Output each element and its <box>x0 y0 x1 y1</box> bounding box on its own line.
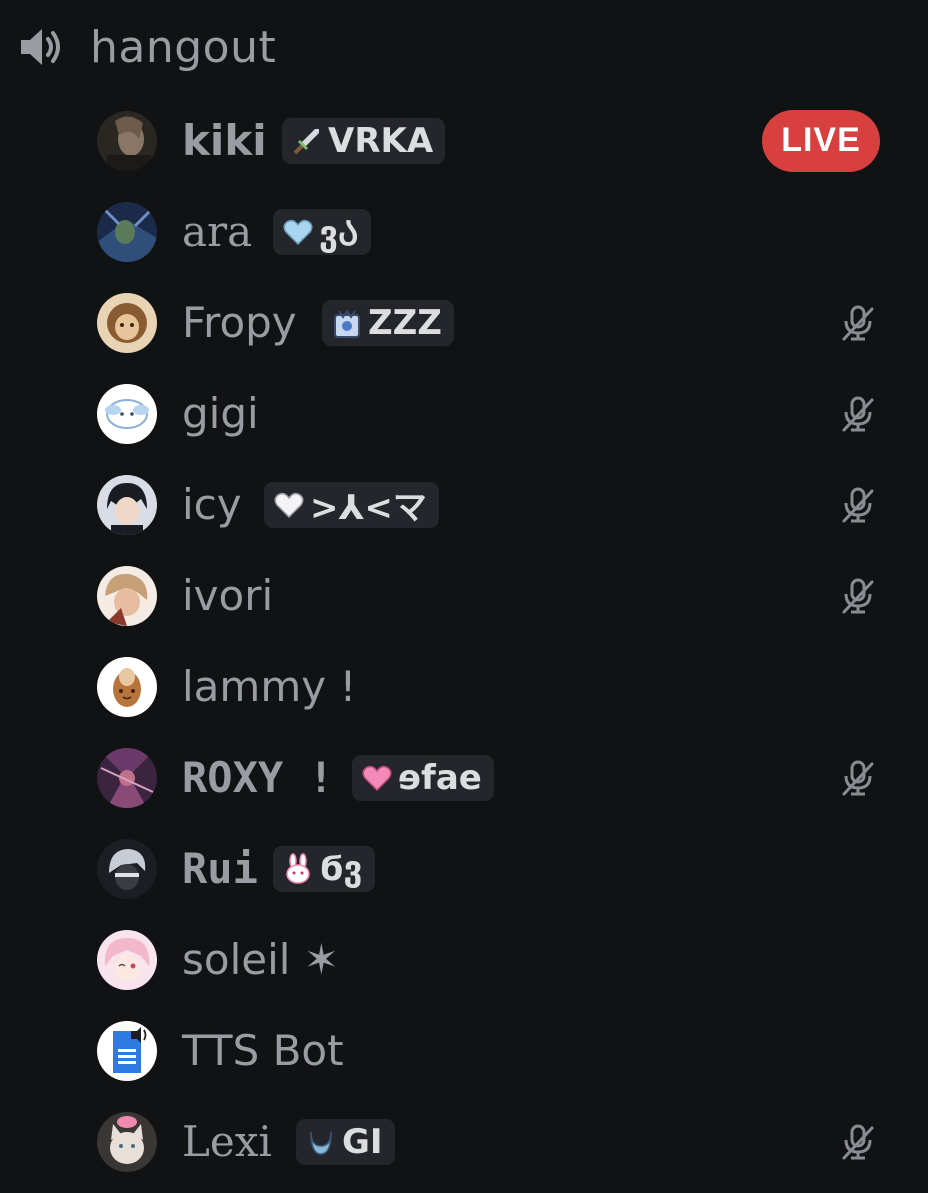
server-tag: ϭვ <box>273 845 375 892</box>
member-soleil[interactable]: soleil ✶ <box>0 914 928 1005</box>
server-tag: ɘfae <box>352 754 494 801</box>
server-tag: ვᲐ <box>273 208 371 255</box>
avatar <box>97 747 157 808</box>
member-name: icy <box>182 479 242 529</box>
member-lexi[interactable]: Lexi GI <box>0 1096 928 1187</box>
member-ara[interactable]: ara ვᲐ <box>0 186 928 277</box>
muted-mic-icon[interactable] <box>838 303 878 343</box>
member-name: gigi <box>182 388 259 438</box>
server-tag-text: VRKA <box>328 120 434 161</box>
server-tag: GI <box>296 1118 395 1165</box>
avatar <box>97 565 157 626</box>
server-tag: >⅄<マ <box>264 481 439 528</box>
avatar <box>97 1020 157 1081</box>
muted-mic-icon[interactable] <box>838 576 878 616</box>
white-heart-icon <box>272 488 306 522</box>
server-tag: VRKA <box>282 117 446 164</box>
bunny-icon <box>281 852 315 886</box>
server-tag-text: ϭვ <box>319 848 363 889</box>
muted-mic-icon[interactable] <box>838 758 878 798</box>
member-gigi[interactable]: gigi <box>0 368 928 459</box>
avatar <box>97 383 157 444</box>
member-tts-bot[interactable]: TTS Bot <box>0 1005 928 1096</box>
member-name: kiki <box>182 115 267 165</box>
voice-channel-hangout[interactable]: hangout <box>14 18 276 76</box>
muted-mic-icon[interactable] <box>838 485 878 525</box>
server-tag-text: GI <box>342 1121 383 1162</box>
member-fropy[interactable]: Fropy ZZZ <box>0 277 928 368</box>
server-tag-text: ZZZ <box>368 302 442 343</box>
avatar <box>97 292 157 353</box>
member-name: soleil ✶ <box>182 934 339 984</box>
speaker-icon <box>14 20 68 74</box>
member-kiki[interactable]: kiki VRKA LIVE <box>0 95 928 186</box>
member-name: ROXY ! <box>182 752 334 802</box>
server-tag: ZZZ <box>322 299 454 346</box>
avatar <box>97 656 157 717</box>
avatar <box>97 929 157 990</box>
member-name: Fropy <box>182 297 297 347</box>
server-tag-text: ɘfae <box>398 757 482 798</box>
member-name: Rui <box>182 843 258 893</box>
member-name: TTS Bot <box>182 1025 344 1075</box>
member-lammy[interactable]: lammy ! <box>0 641 928 732</box>
member-roxy[interactable]: ROXY ! ɘfae <box>0 732 928 823</box>
avatar <box>97 838 157 899</box>
avatar <box>97 110 157 171</box>
live-badge[interactable]: LIVE <box>762 109 880 172</box>
pink-heart-icon <box>360 761 394 795</box>
channel-name: hangout <box>90 21 277 73</box>
avatar <box>97 474 157 535</box>
member-rui[interactable]: Rui ϭვ <box>0 823 928 914</box>
sword-icon <box>290 124 324 158</box>
server-tag-text: >⅄<マ <box>310 488 427 528</box>
muted-mic-icon[interactable] <box>838 1122 878 1162</box>
member-name: ivori <box>182 570 274 620</box>
member-name: Lexi <box>182 1116 272 1166</box>
member-icy[interactable]: icy >⅄<マ <box>0 459 928 550</box>
blue-heart-icon <box>281 215 315 249</box>
server-tag-text: ვᲐ <box>319 213 359 254</box>
avatar <box>97 201 157 262</box>
moon-icon <box>304 1125 338 1159</box>
member-name: ara <box>182 206 253 256</box>
muted-mic-icon[interactable] <box>838 394 878 434</box>
member-name: lammy ! <box>182 661 357 711</box>
member-ivori[interactable]: ivori <box>0 550 928 641</box>
voice-member-list: kiki VRKA LIVE ara ვᲐ Fropy ZZZ gigi icy… <box>0 95 928 1187</box>
avatar <box>97 1111 157 1172</box>
crown-badge-icon <box>330 306 364 340</box>
